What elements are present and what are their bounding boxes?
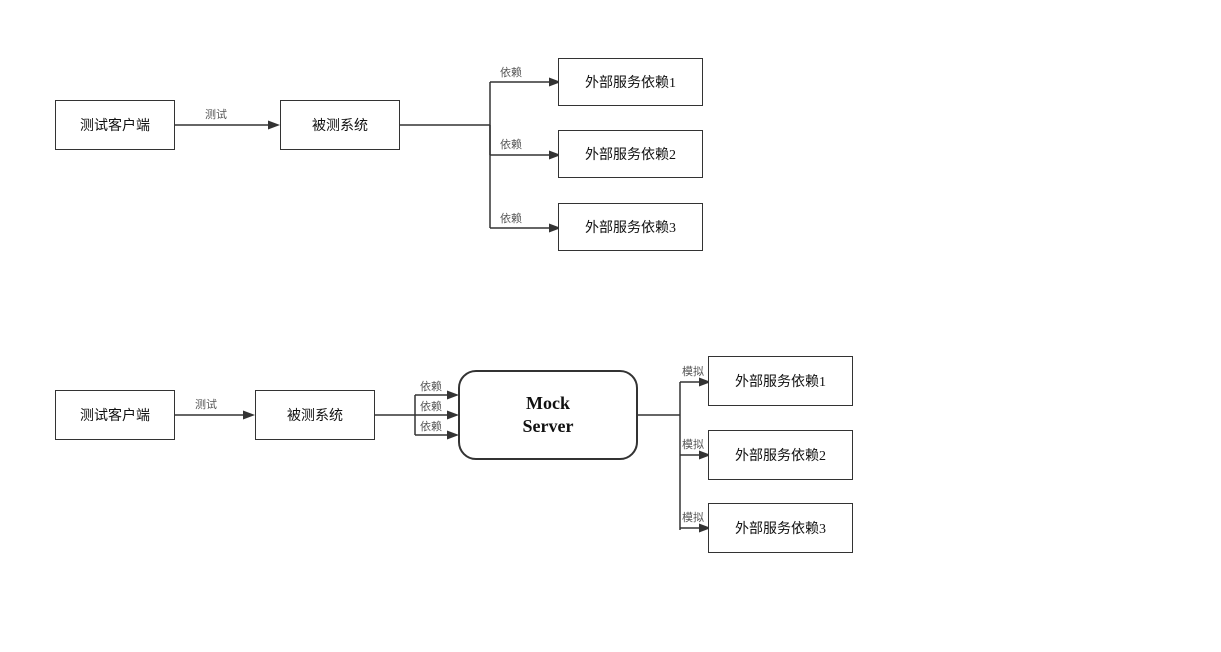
bottom-dep-3: 外部服务依赖3 — [708, 503, 853, 553]
top-dep-1: 外部服务依赖1 — [558, 58, 703, 106]
top-test-client: 测试客户端 — [55, 100, 175, 150]
bottom-test-client: 测试客户端 — [55, 390, 175, 440]
diagram-container: 测试 依赖 依赖 依赖 测试 依赖 依赖 — [0, 0, 1221, 652]
svg-text:测试: 测试 — [195, 398, 217, 411]
svg-text:依赖: 依赖 — [420, 380, 442, 393]
svg-text:依赖: 依赖 — [500, 66, 522, 79]
bottom-dep-2: 外部服务依赖2 — [708, 430, 853, 480]
svg-text:模拟: 模拟 — [682, 510, 704, 524]
top-dep-2: 外部服务依赖2 — [558, 130, 703, 178]
svg-text:依赖: 依赖 — [420, 420, 442, 433]
bottom-dep-1: 外部服务依赖1 — [708, 356, 853, 406]
svg-text:依赖: 依赖 — [500, 138, 522, 151]
svg-text:依赖: 依赖 — [420, 400, 442, 413]
mock-server-box: Mock Server — [458, 370, 638, 460]
svg-text:模拟: 模拟 — [682, 364, 704, 378]
bottom-system-under-test: 被测系统 — [255, 390, 375, 440]
svg-text:测试: 测试 — [205, 108, 227, 121]
svg-text:依赖: 依赖 — [500, 212, 522, 225]
top-dep-3: 外部服务依赖3 — [558, 203, 703, 251]
top-system-under-test: 被测系统 — [280, 100, 400, 150]
svg-text:模拟: 模拟 — [682, 437, 704, 451]
